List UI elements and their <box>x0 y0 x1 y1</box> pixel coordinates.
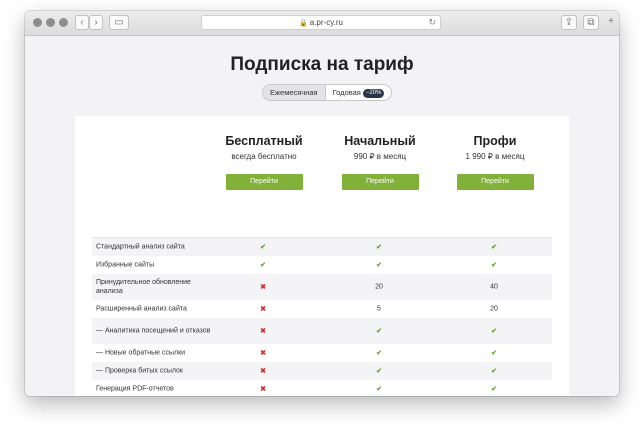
check-icon: ✔ <box>260 244 266 251</box>
feature-value: 20 <box>375 283 383 291</box>
feature-label: Расширенный анализ сайта <box>96 305 187 313</box>
check-icon: ✔ <box>491 386 497 393</box>
check-icon: ✔ <box>491 368 497 375</box>
check-icon: ✔ <box>376 328 382 335</box>
feature-row: Генерация PDF-отчетов ✖ ✔ ✔ <box>92 380 552 396</box>
plan-name: Бесплатный <box>225 134 303 148</box>
tabs-button[interactable]: ⧉ <box>583 15 599 30</box>
share-button[interactable]: ⇪ <box>561 15 577 30</box>
plan-name: Профи <box>473 134 517 148</box>
plan-pro-button[interactable]: Перейти <box>456 174 534 190</box>
url-text: a.pr-cy.ru <box>309 18 343 27</box>
plan-name: Начальный <box>344 134 416 148</box>
toggle-yearly[interactable]: Годовая −20% <box>326 85 392 100</box>
plan-price: 990 ₽ в месяц <box>353 152 407 161</box>
check-icon: ✔ <box>491 328 497 335</box>
page-title: Подписка на тариф <box>230 54 414 75</box>
feature-row: — Новые обратные ссылки ✖ ✔ ✔ <box>92 344 552 362</box>
cross-icon: ✖ <box>260 328 266 335</box>
check-icon: ✔ <box>376 368 382 375</box>
back-icon: ‹ <box>80 17 84 28</box>
feature-label: Избранные сайты <box>96 261 155 269</box>
plan-free: Бесплатный всегда бесплатно Перейти <box>209 134 319 190</box>
check-icon: ✔ <box>491 262 497 269</box>
toggle-yearly-label: Годовая <box>332 88 361 97</box>
feature-label: Принудительное обновление анализа <box>96 279 191 295</box>
cross-icon: ✖ <box>260 306 266 313</box>
cross-icon: ✖ <box>260 368 266 375</box>
page-content: Подписка на тариф Ежемесячная Годовая −20… <box>25 36 619 396</box>
feature-row: — Проверка битых ссылок ✖ ✔ ✔ <box>92 362 552 380</box>
check-icon: ✔ <box>376 244 382 251</box>
check-icon: ✔ <box>376 262 382 269</box>
check-icon: ✔ <box>260 262 266 269</box>
plan-starter: Начальный 990 ₽ в месяц Перейти <box>325 134 435 190</box>
check-icon: ✔ <box>376 386 382 393</box>
plan-starter-button[interactable]: Перейти <box>341 174 419 190</box>
plus-icon: + <box>608 16 614 27</box>
feature-label: Генерация PDF-отчетов <box>96 385 174 393</box>
feature-row: Принудительное обновление анализа ✖ 20 40 <box>92 274 552 300</box>
feature-row: Стандартный анализ сайта ✔ ✔ ✔ <box>92 238 552 256</box>
share-icon: ⇪ <box>564 17 574 28</box>
plan-price: всегда бесплатно <box>231 152 297 161</box>
pricing-table: Бесплатный всегда бесплатно Перейти Нача… <box>75 116 569 396</box>
check-icon: ✔ <box>376 350 382 357</box>
tabs-icon: ⧉ <box>587 17 595 28</box>
sidebar-icon: ▭ <box>114 17 124 28</box>
feature-value: 40 <box>490 283 498 291</box>
forward-button[interactable]: › <box>89 15 103 30</box>
new-tab-button[interactable]: + <box>605 15 617 30</box>
browser-toolbar: ‹ › ▭ 🔒 a.pr-cy.ru ↻ ⇪ ⧉ + <box>25 11 619 36</box>
feature-label: — Новые обратные ссылки <box>96 349 186 357</box>
browser-window: ‹ › ▭ 🔒 a.pr-cy.ru ↻ ⇪ ⧉ + Подписка на та… <box>25 11 619 396</box>
check-icon: ✔ <box>491 244 497 251</box>
address-bar[interactable]: 🔒 a.pr-cy.ru ↻ <box>201 15 441 30</box>
back-button[interactable]: ‹ <box>75 15 89 30</box>
discount-badge: −20% <box>362 89 385 98</box>
feature-row: Избранные сайты ✔ ✔ ✔ <box>92 256 552 274</box>
cross-icon: ✖ <box>260 284 266 291</box>
lock-icon: 🔒 <box>299 20 308 27</box>
feature-label: Стандартный анализ сайта <box>96 243 185 251</box>
close-window-button[interactable] <box>33 18 42 27</box>
feature-row: — Аналитика посещений и отказов ✖ ✔ ✔ <box>92 318 552 344</box>
plan-free-button[interactable]: Перейти <box>225 174 303 190</box>
toggle-monthly[interactable]: Ежемесячная <box>263 85 326 100</box>
zoom-window-button[interactable] <box>59 18 68 27</box>
feature-label: — Проверка битых ссылок <box>96 367 183 375</box>
minimize-window-button[interactable] <box>46 18 55 27</box>
plan-pro: Профи 1 990 ₽ в месяц Перейти <box>440 134 550 190</box>
feature-label: — Аналитика посещений и отказов <box>96 327 211 335</box>
forward-icon: › <box>94 17 98 28</box>
plan-price: 1 990 ₽ в месяц <box>465 152 525 161</box>
feature-row: Расширенный анализ сайта ✖ 5 20 <box>92 300 552 318</box>
feature-value: 20 <box>490 305 498 313</box>
check-icon: ✔ <box>491 350 497 357</box>
reload-icon[interactable]: ↻ <box>428 16 436 29</box>
cross-icon: ✖ <box>260 350 266 357</box>
sidebar-button[interactable]: ▭ <box>109 15 129 30</box>
cross-icon: ✖ <box>260 386 266 393</box>
feature-value: 5 <box>377 305 381 313</box>
billing-period-toggle: Ежемесячная Годовая −20% <box>262 84 393 101</box>
